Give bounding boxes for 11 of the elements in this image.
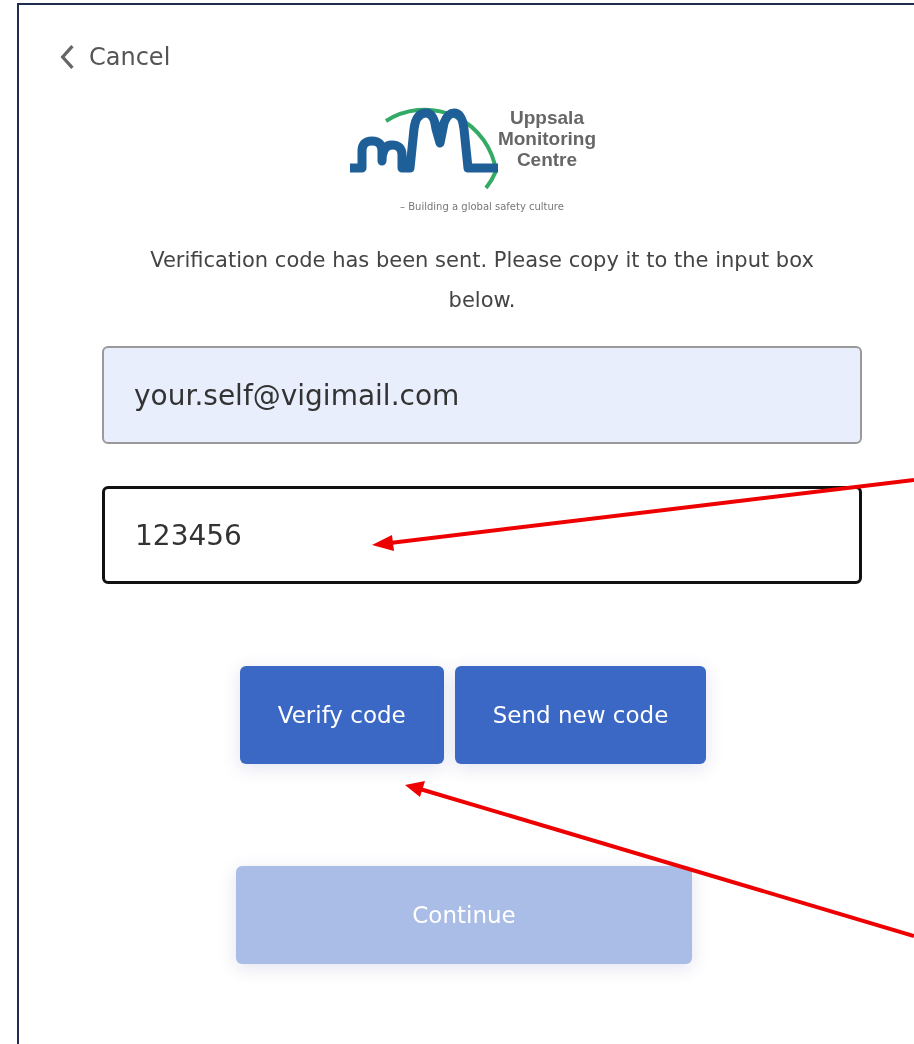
send-new-code-button[interactable]: Send new code bbox=[454, 666, 707, 764]
code-field[interactable]: 123456 bbox=[102, 486, 862, 584]
logo-tagline: – Building a global safety culture bbox=[400, 201, 564, 212]
email-field[interactable]: your.self@vigimail.com bbox=[102, 346, 862, 444]
logo-text: Monitoring bbox=[497, 127, 597, 149]
logo-text: Centre bbox=[516, 148, 578, 170]
cancel-link[interactable]: Cancel bbox=[59, 43, 171, 71]
logo-text: Uppsala bbox=[510, 106, 584, 128]
instruction-text: Verification code has been sent. Please copy it to the input box below. bbox=[149, 247, 815, 314]
verify-code-button[interactable]: Verify code bbox=[239, 666, 444, 764]
chevron-left-icon bbox=[59, 44, 75, 70]
